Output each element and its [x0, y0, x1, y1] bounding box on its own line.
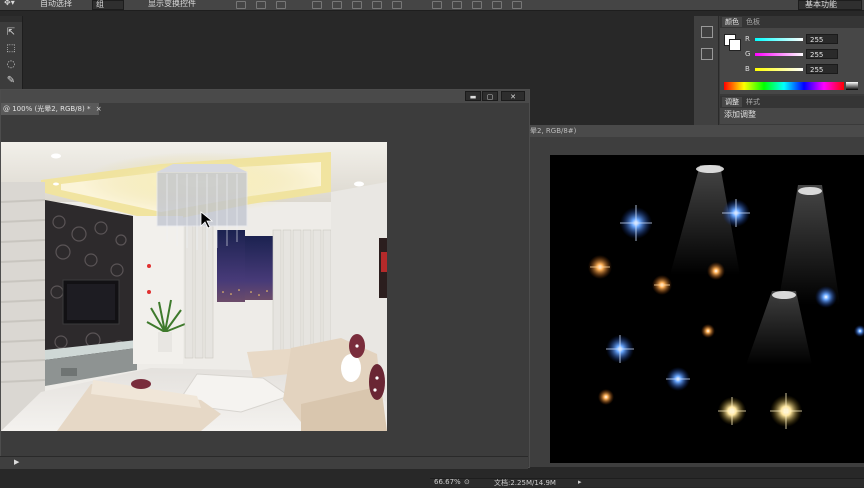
lens-flare-canvas[interactable]	[550, 155, 864, 463]
align-middle-icon[interactable]	[256, 1, 266, 9]
panel-icon-strip	[694, 16, 719, 126]
background-swatch[interactable]	[729, 39, 741, 51]
3d-pan-icon[interactable]	[472, 1, 482, 9]
marquee-tool-icon[interactable]: ⬚	[4, 42, 18, 56]
document-window-2: 晕2, RGB/8#)	[530, 125, 864, 467]
3d-roll-icon[interactable]	[452, 1, 462, 9]
b-slider[interactable]	[755, 68, 803, 71]
tab-swatches[interactable]: 色板	[746, 17, 760, 27]
quick-select-tool-icon[interactable]: ✎	[4, 74, 18, 88]
distribute-middle-icon[interactable]	[332, 1, 342, 9]
zoom-level[interactable]: 66.67%	[434, 478, 461, 486]
room-image[interactable]	[1, 142, 387, 431]
move-tool-icon[interactable]: ⇱	[4, 26, 18, 40]
b-input[interactable]: 255	[806, 64, 838, 74]
color-panel: R 255 G 255 B 255	[720, 28, 864, 94]
adjust-panel: 添加调整	[720, 108, 864, 124]
workspace-dropdown[interactable]: 基本功能	[798, 0, 862, 10]
properties-icon[interactable]	[701, 48, 713, 60]
doc1-tab[interactable]: @ 100% (光晕2, RGB/8) * ×	[1, 103, 102, 115]
g-input[interactable]: 255	[806, 49, 838, 59]
grayscale-ramp[interactable]	[846, 82, 858, 90]
workspace-value: 基本功能	[805, 0, 837, 9]
distribute-right-icon[interactable]	[392, 1, 402, 9]
doc2-tab-title: 晕2, RGB/8#)	[530, 127, 577, 135]
color-panel-tabs: 颜色 色板	[720, 16, 864, 28]
minimize-button[interactable]: ▬	[465, 91, 481, 101]
document-window-1: ▬ ▢ ✕ @ 100% (光晕2, RGB/8) * ×	[0, 89, 530, 468]
auto-select-label[interactable]: 自动选择	[40, 0, 72, 9]
add-adjustment-label: 添加调整	[724, 110, 756, 119]
r-slider[interactable]	[755, 38, 803, 41]
maximize-button[interactable]: ▢	[482, 91, 498, 101]
status-arrow-icon[interactable]: ▸	[578, 478, 582, 486]
doc1-tab-title: @ 100% (光晕2, RGB/8) *	[3, 105, 91, 113]
show-transform-controls[interactable]: 显示变换控件	[148, 0, 196, 9]
r-input[interactable]: 255	[806, 34, 838, 44]
g-slider[interactable]	[755, 53, 803, 56]
3d-slide-icon[interactable]	[492, 1, 502, 9]
r-label: R	[745, 35, 750, 43]
tab-color[interactable]: 颜色	[722, 17, 742, 27]
adjust-panel-tabs: 调整 样式	[720, 96, 864, 108]
document-size: 文档:2.25M/14.9M	[494, 479, 556, 487]
tab-styles[interactable]: 样式	[746, 97, 760, 107]
toolbox-header[interactable]	[0, 16, 22, 22]
b-label: B	[745, 65, 750, 73]
room-illustration	[1, 142, 387, 431]
3d-rotate-icon[interactable]	[432, 1, 442, 9]
align-bottom-icon[interactable]	[276, 1, 286, 9]
lens-flare-artwork	[550, 155, 864, 463]
doc2-tab[interactable]: 晕2, RGB/8#)	[530, 125, 864, 137]
auto-select-dropdown[interactable]: 组	[92, 0, 124, 10]
lasso-tool-icon[interactable]: ◌	[4, 58, 18, 72]
close-window-button[interactable]: ✕	[501, 91, 525, 101]
doc1-tab-close[interactable]: ×	[96, 105, 102, 113]
doc1-titlebar[interactable]: ▬ ▢ ✕	[1, 90, 529, 103]
history-icon[interactable]	[701, 26, 713, 38]
zoom-icon: ⊙	[464, 478, 470, 486]
3d-scale-icon[interactable]	[512, 1, 522, 9]
auto-select-value: 组	[96, 0, 104, 9]
distribute-left-icon[interactable]	[372, 1, 382, 9]
g-label: G	[745, 50, 751, 58]
doc1-status-bar: ▶	[0, 456, 528, 469]
options-bar: ✥▾ 自动选择 组 显示变换控件 基本功能	[0, 0, 864, 11]
play-icon[interactable]: ▶	[14, 458, 19, 466]
distribute-top-icon[interactable]	[312, 1, 322, 9]
align-top-icon[interactable]	[236, 1, 246, 9]
move-tool-icon[interactable]: ✥▾	[4, 0, 15, 7]
color-spectrum[interactable]	[724, 82, 844, 90]
distribute-bottom-icon[interactable]	[352, 1, 362, 9]
tab-adjustments[interactable]: 调整	[722, 97, 742, 107]
